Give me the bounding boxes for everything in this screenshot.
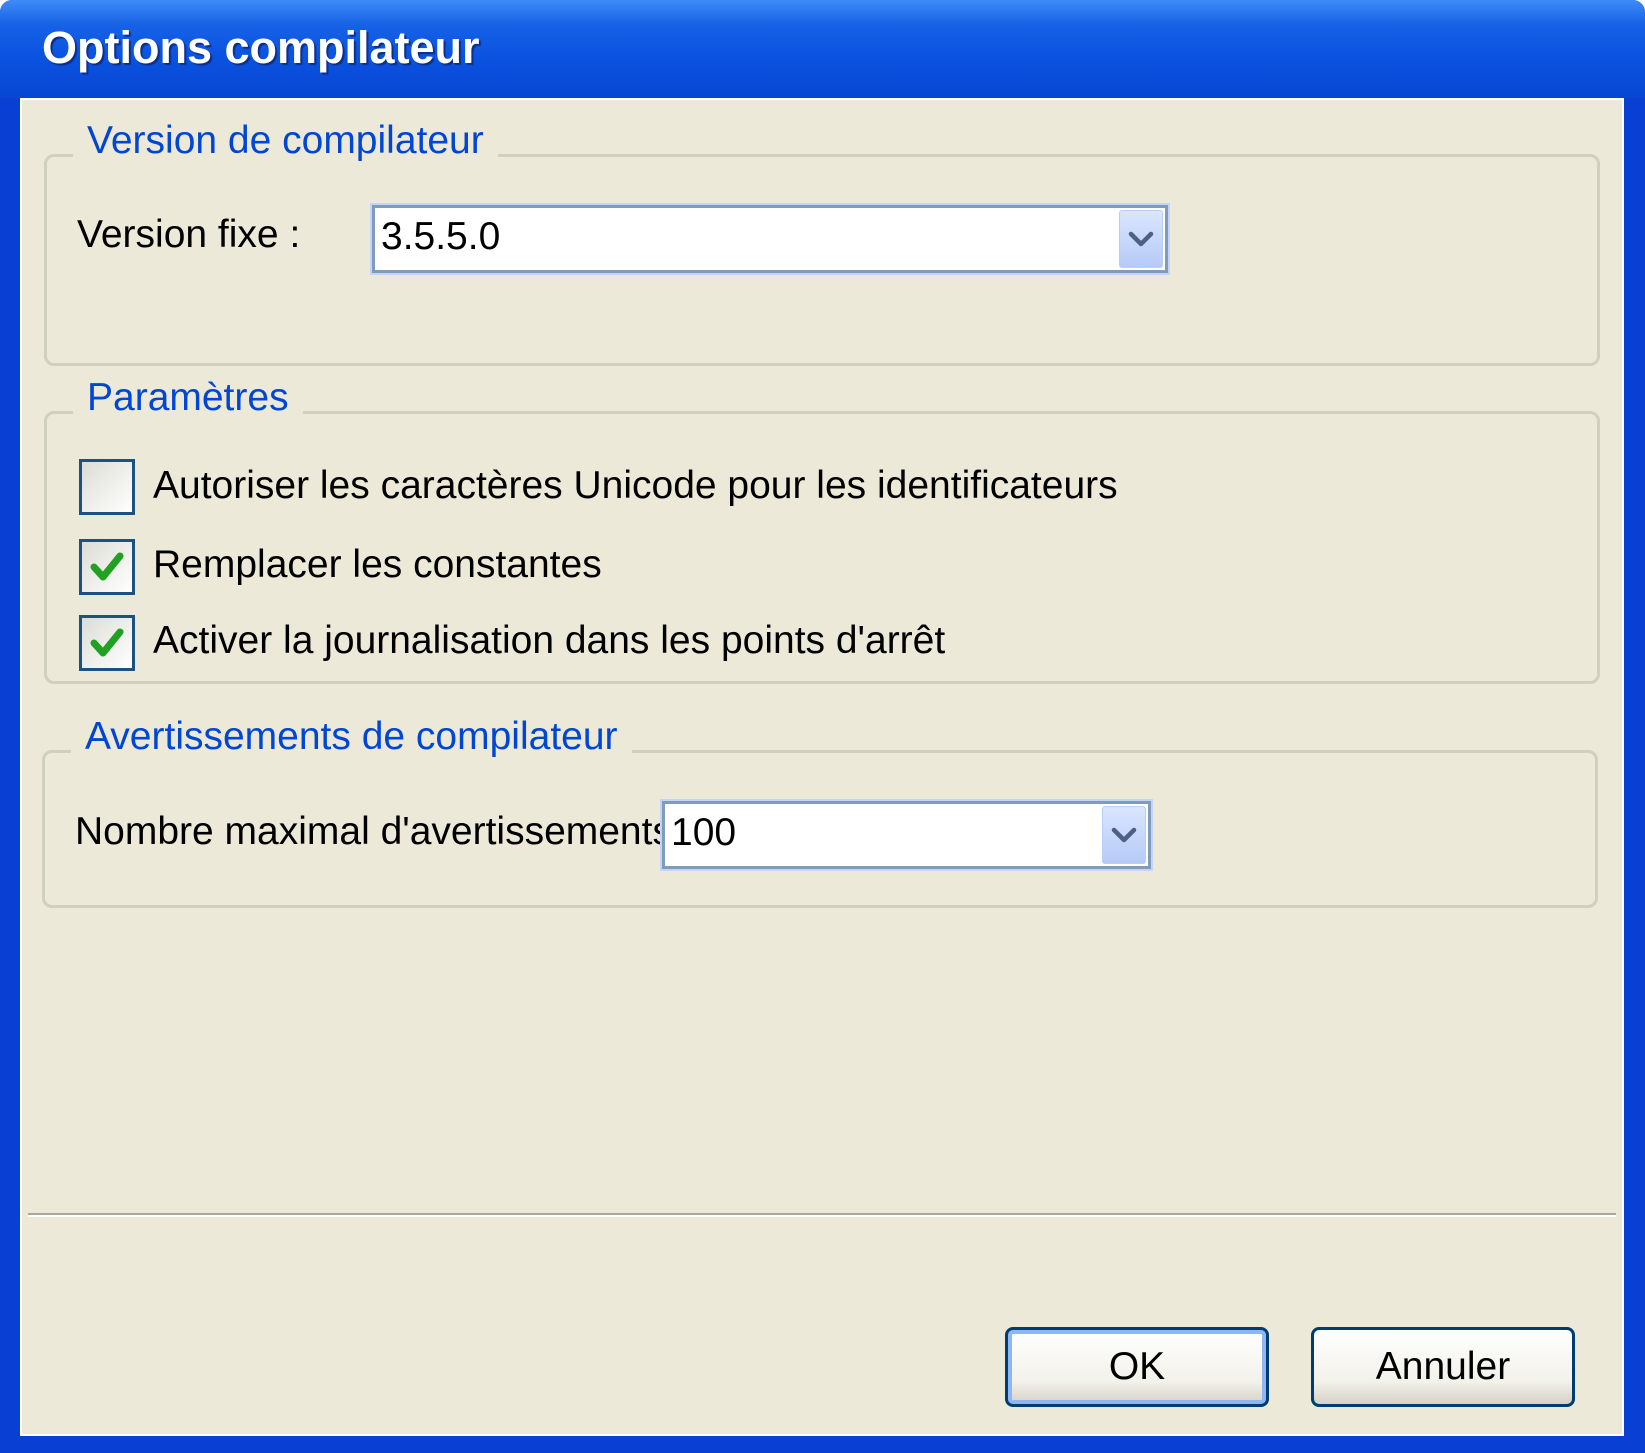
- ok-button[interactable]: OK: [1005, 1327, 1269, 1407]
- chevron-down-icon[interactable]: [1119, 210, 1163, 268]
- breakpoint-logging-checkbox[interactable]: [79, 615, 135, 671]
- breakpoint-logging-label[interactable]: Activer la journalisation dans les point…: [153, 619, 945, 663]
- unicode-identifiers-checkbox[interactable]: [79, 459, 135, 515]
- checkmark-icon: [90, 628, 124, 657]
- dialog-window: Options compilateur Version de compilate…: [0, 0, 1645, 1453]
- dialog-body: Version de compilateur Version fixe : 3.…: [20, 98, 1624, 1436]
- fixed-version-select[interactable]: 3.5.5.0: [370, 203, 1170, 275]
- fixed-version-label: Version fixe :: [77, 213, 301, 256]
- cancel-button[interactable]: Annuler: [1311, 1327, 1575, 1407]
- max-warnings-value: 100: [671, 811, 737, 854]
- max-warnings-select[interactable]: 100: [660, 799, 1153, 871]
- chevron-down-icon[interactable]: [1102, 806, 1146, 864]
- compiler-version-legend: Version de compilateur: [73, 119, 498, 163]
- footer-separator: [28, 1213, 1616, 1217]
- unicode-identifiers-label[interactable]: Autoriser les caractères Unicode pour le…: [153, 464, 1118, 508]
- replace-constants-checkbox[interactable]: [79, 539, 135, 595]
- parameters-legend: Paramètres: [73, 376, 303, 420]
- compiler-warnings-legend: Avertissements de compilateur: [71, 715, 632, 759]
- compiler-version-group: Version de compilateur Version fixe : 3.…: [44, 119, 1600, 366]
- max-warnings-label: Nombre maximal d'avertissements :: [75, 810, 694, 853]
- replace-constants-label[interactable]: Remplacer les constantes: [153, 543, 602, 587]
- checkmark-icon: [90, 552, 124, 581]
- fixed-version-value: 3.5.5.0: [381, 215, 501, 258]
- window-title: Options compilateur: [42, 22, 480, 73]
- compiler-warnings-group: Avertissements de compilateur Nombre max…: [42, 715, 1598, 908]
- parameters-group: Paramètres Autoriser les caractères Unic…: [44, 376, 1600, 684]
- title-bar[interactable]: Options compilateur: [0, 0, 1645, 98]
